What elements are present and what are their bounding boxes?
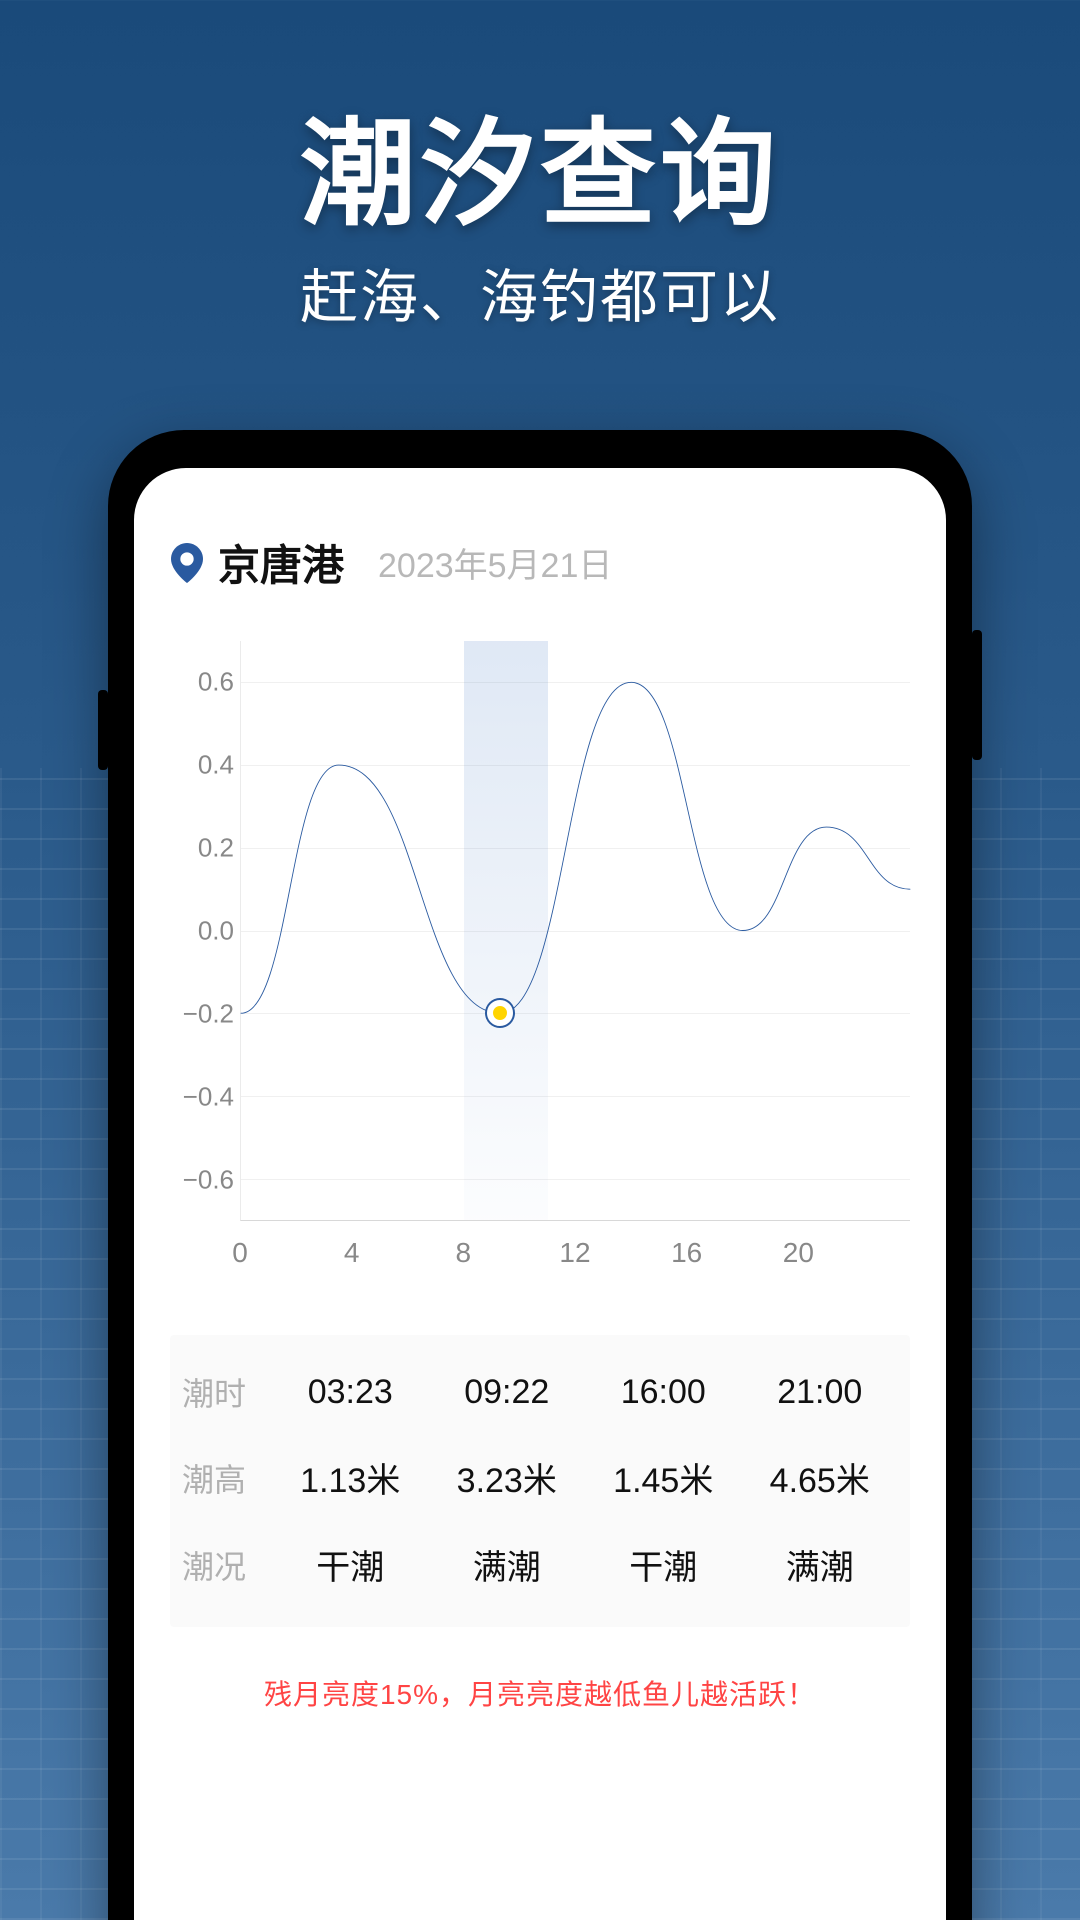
- phone-frame: 京唐港 2023年5月21日 −0.6 −0.4 −0.2 0.0 0.2 0.4 0.6 …: [108, 430, 972, 1920]
- cell-state: 满潮: [742, 1540, 899, 1589]
- y-tick-label: −0.6: [170, 1164, 234, 1195]
- cell-state: 干潮: [585, 1540, 742, 1589]
- y-tick-label: −0.4: [170, 1081, 234, 1112]
- table-row: 潮高 1.13米 3.23米 1.45米 4.65米: [182, 1453, 898, 1502]
- tide-table: 潮时 03:23 09:22 16:00 21:00 潮高 1.13米 3.23…: [170, 1335, 910, 1627]
- table-row: 潮时 03:23 09:22 16:00 21:00: [182, 1369, 898, 1415]
- x-tick-label: 12: [559, 1237, 590, 1269]
- cell-time: 21:00: [742, 1373, 899, 1412]
- location-name: 京唐港: [218, 532, 344, 593]
- row-label-state: 潮况: [182, 1542, 272, 1588]
- location-pin-icon: [170, 543, 204, 583]
- location-row[interactable]: 京唐港 2023年5月21日: [170, 532, 910, 593]
- footer-moon-note: 残月亮度15%，月亮亮度越低鱼儿越活跃！: [170, 1673, 910, 1713]
- y-tick-label: 0.6: [170, 667, 234, 698]
- cell-time: 09:22: [429, 1373, 586, 1412]
- table-row: 潮况 干潮 满潮 干潮 满潮: [182, 1540, 898, 1589]
- chart-marker: [487, 1000, 513, 1026]
- cell-time: 16:00: [585, 1373, 742, 1412]
- x-tick-label: 16: [671, 1237, 702, 1269]
- location-date: 2023年5月21日: [378, 538, 612, 587]
- cell-height: 1.13米: [272, 1453, 429, 1502]
- x-tick-label: 0: [232, 1237, 248, 1269]
- cell-height: 3.23米: [429, 1453, 586, 1502]
- cell-time: 03:23: [272, 1373, 429, 1412]
- page-title: 潮汐查询: [0, 80, 1080, 248]
- cell-state: 满潮: [429, 1540, 586, 1589]
- cell-state: 干潮: [272, 1540, 429, 1589]
- screen: 京唐港 2023年5月21日 −0.6 −0.4 −0.2 0.0 0.2 0.4 0.6 …: [134, 468, 946, 1920]
- cell-height: 1.45米: [585, 1453, 742, 1502]
- x-tick-label: 20: [783, 1237, 814, 1269]
- x-tick-label: 4: [344, 1237, 360, 1269]
- chart-plot-area: [240, 641, 910, 1221]
- page-subtitle: 赶海、海钓都可以: [0, 250, 1080, 334]
- tide-chart[interactable]: −0.6 −0.4 −0.2 0.0 0.2 0.4 0.6 0 4 8 12 16 20: [170, 641, 910, 1301]
- x-tick-label: 8: [456, 1237, 472, 1269]
- cell-height: 4.65米: [742, 1453, 899, 1502]
- y-tick-label: 0.0: [170, 916, 234, 947]
- chart-line: [241, 641, 910, 1220]
- y-tick-label: 0.2: [170, 833, 234, 864]
- y-tick-label: 0.4: [170, 750, 234, 781]
- y-tick-label: −0.2: [170, 998, 234, 1029]
- row-label-height: 潮高: [182, 1455, 272, 1501]
- row-label-time: 潮时: [182, 1369, 272, 1415]
